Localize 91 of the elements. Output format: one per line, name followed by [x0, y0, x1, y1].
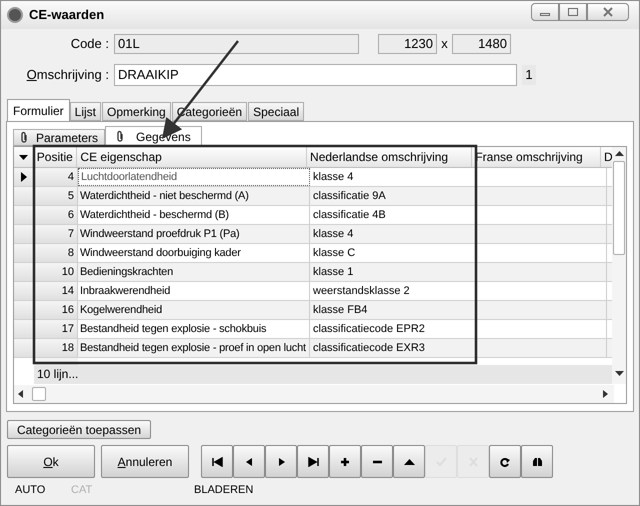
- up-triangle-icon: [404, 456, 414, 466]
- row-count-label: 10 lijn...: [34, 365, 614, 384]
- table-cell[interactable]: Windweerstand proefdruk P1 (Pa): [78, 225, 310, 243]
- row-header-cell[interactable]: [14, 282, 34, 300]
- dialog-button[interactable]: Annuleren: [101, 445, 189, 478]
- table-cell[interactable]: Waterdichtheid - beschermd (B): [78, 206, 310, 224]
- redo-icon: [500, 456, 510, 466]
- table-cell: 17: [34, 320, 78, 338]
- description-field[interactable]: DRAAIKIP: [114, 64, 517, 86]
- table-cell[interactable]: classificatiecode EXR3: [310, 339, 477, 357]
- next-record-button[interactable]: [265, 445, 297, 478]
- tab[interactable]: Formulier: [7, 99, 70, 121]
- scroll-down-icon[interactable]: [615, 371, 624, 376]
- close-icon: [603, 7, 613, 17]
- first-record-icon: [212, 456, 222, 466]
- previous-record-button[interactable]: [233, 445, 265, 478]
- tab[interactable]: Speciaal: [248, 102, 304, 121]
- close-button[interactable]: [587, 3, 629, 21]
- dialog-button[interactable]: Ok: [7, 445, 95, 478]
- status-text: BLADEREN: [194, 482, 254, 498]
- table-cell: 5: [34, 187, 78, 205]
- table-cell[interactable]: klasse FB4: [310, 301, 477, 319]
- table-cell: 14: [34, 282, 78, 300]
- row-pointer-icon: [20, 172, 26, 182]
- vertical-scrollbar[interactable]: [612, 147, 626, 384]
- redo-button[interactable]: [489, 445, 521, 478]
- table-cell[interactable]: weerstandsklasse 2: [310, 282, 477, 300]
- maximize-button[interactable]: [559, 3, 587, 21]
- apply-categories-button[interactable]: Categorieën toepassen: [7, 420, 151, 439]
- tab[interactable]: Opmerking: [102, 102, 171, 121]
- window-title: CE-waarden: [29, 6, 106, 24]
- minus-button[interactable]: [361, 445, 393, 478]
- table-cell[interactable]: Windweerstand doorbuiging kader: [78, 244, 310, 262]
- separator-text: x: [440, 35, 449, 54]
- table-cell[interactable]: klasse 4: [310, 168, 477, 186]
- scroll-up-icon[interactable]: [615, 151, 624, 156]
- table-cell[interactable]: Waterdichtheid - niet beschermd (A): [78, 187, 310, 205]
- table-cell[interactable]: Bestandheid tegen explosie - schokbuis: [78, 320, 310, 338]
- table-cell[interactable]: klasse 1: [310, 263, 477, 281]
- table-cell[interactable]: klasse 4: [310, 225, 477, 243]
- column-header[interactable]: Franse omschrijving: [472, 147, 602, 167]
- table-cell[interactable]: Inbraakwerendheid: [78, 282, 310, 300]
- table-cell[interactable]: Luchtdoorlatendheid: [78, 168, 310, 186]
- row-header-cell[interactable]: [14, 320, 34, 338]
- count-label: 1: [522, 65, 536, 85]
- binoculars-button[interactable]: [521, 445, 553, 478]
- last-record-button[interactable]: [297, 445, 329, 478]
- column-header[interactable]: Positie: [34, 147, 78, 167]
- previous-record-icon: [244, 456, 254, 466]
- plus-button[interactable]: [329, 445, 361, 478]
- horizontal-scrollbar[interactable]: [14, 385, 614, 403]
- field-label: Omschrijving :: [26, 66, 110, 84]
- scroll-left-icon[interactable]: [18, 390, 23, 398]
- code-field[interactable]: 01L: [114, 34, 359, 54]
- table-cell[interactable]: Kogelwerendheid: [78, 301, 310, 319]
- paperclip-icon: [20, 131, 28, 144]
- tab[interactable]: Lijst: [70, 102, 102, 121]
- table-cell: 18: [34, 339, 78, 357]
- table-cell[interactable]: Bedieningskrachten: [78, 263, 310, 281]
- app-icon: [7, 7, 23, 23]
- up-triangle-button[interactable]: [393, 445, 425, 478]
- last-record-icon: [308, 456, 318, 466]
- column-header[interactable]: Nederlandse omschrijving: [307, 147, 472, 167]
- scroll-right-icon[interactable]: [603, 390, 608, 398]
- table-cell: 4: [34, 168, 78, 186]
- first-record-button[interactable]: [201, 445, 233, 478]
- table-cell[interactable]: klasse C: [310, 244, 477, 262]
- row-header-cell[interactable]: [14, 168, 34, 186]
- table-cell[interactable]: Bestandheid tegen explosie - proef in open lucht: [78, 339, 310, 357]
- paperclip-icon: [116, 130, 124, 143]
- table-cell[interactable]: classificatiecode EPR2: [310, 320, 477, 338]
- table-cell[interactable]: classificatie 9A: [310, 187, 477, 205]
- plus-icon: [340, 456, 350, 466]
- table-cell: 16: [34, 301, 78, 319]
- table-cell: 8: [34, 244, 78, 262]
- table-cell: 7: [34, 225, 78, 243]
- subtab[interactable]: Parameters: [13, 129, 106, 146]
- status-text: CAT: [71, 482, 94, 498]
- scroll-thumb[interactable]: [32, 387, 46, 401]
- field-label: Code :: [70, 35, 110, 54]
- minimize-button[interactable]: [531, 3, 559, 21]
- column-header[interactable]: CE eigenschap: [77, 147, 308, 167]
- dropdown-arrow-icon[interactable]: [18, 154, 28, 160]
- status-text: AUTO: [14, 482, 46, 498]
- table-cell[interactable]: classificatie 4B: [310, 206, 477, 224]
- width-field[interactable]: 1230: [378, 34, 437, 54]
- height-field[interactable]: 1480: [452, 34, 511, 54]
- row-header-cell[interactable]: [14, 244, 34, 262]
- table-cell: 6: [34, 206, 78, 224]
- row-header-cell[interactable]: [14, 206, 34, 224]
- table-cell: 10: [34, 263, 78, 281]
